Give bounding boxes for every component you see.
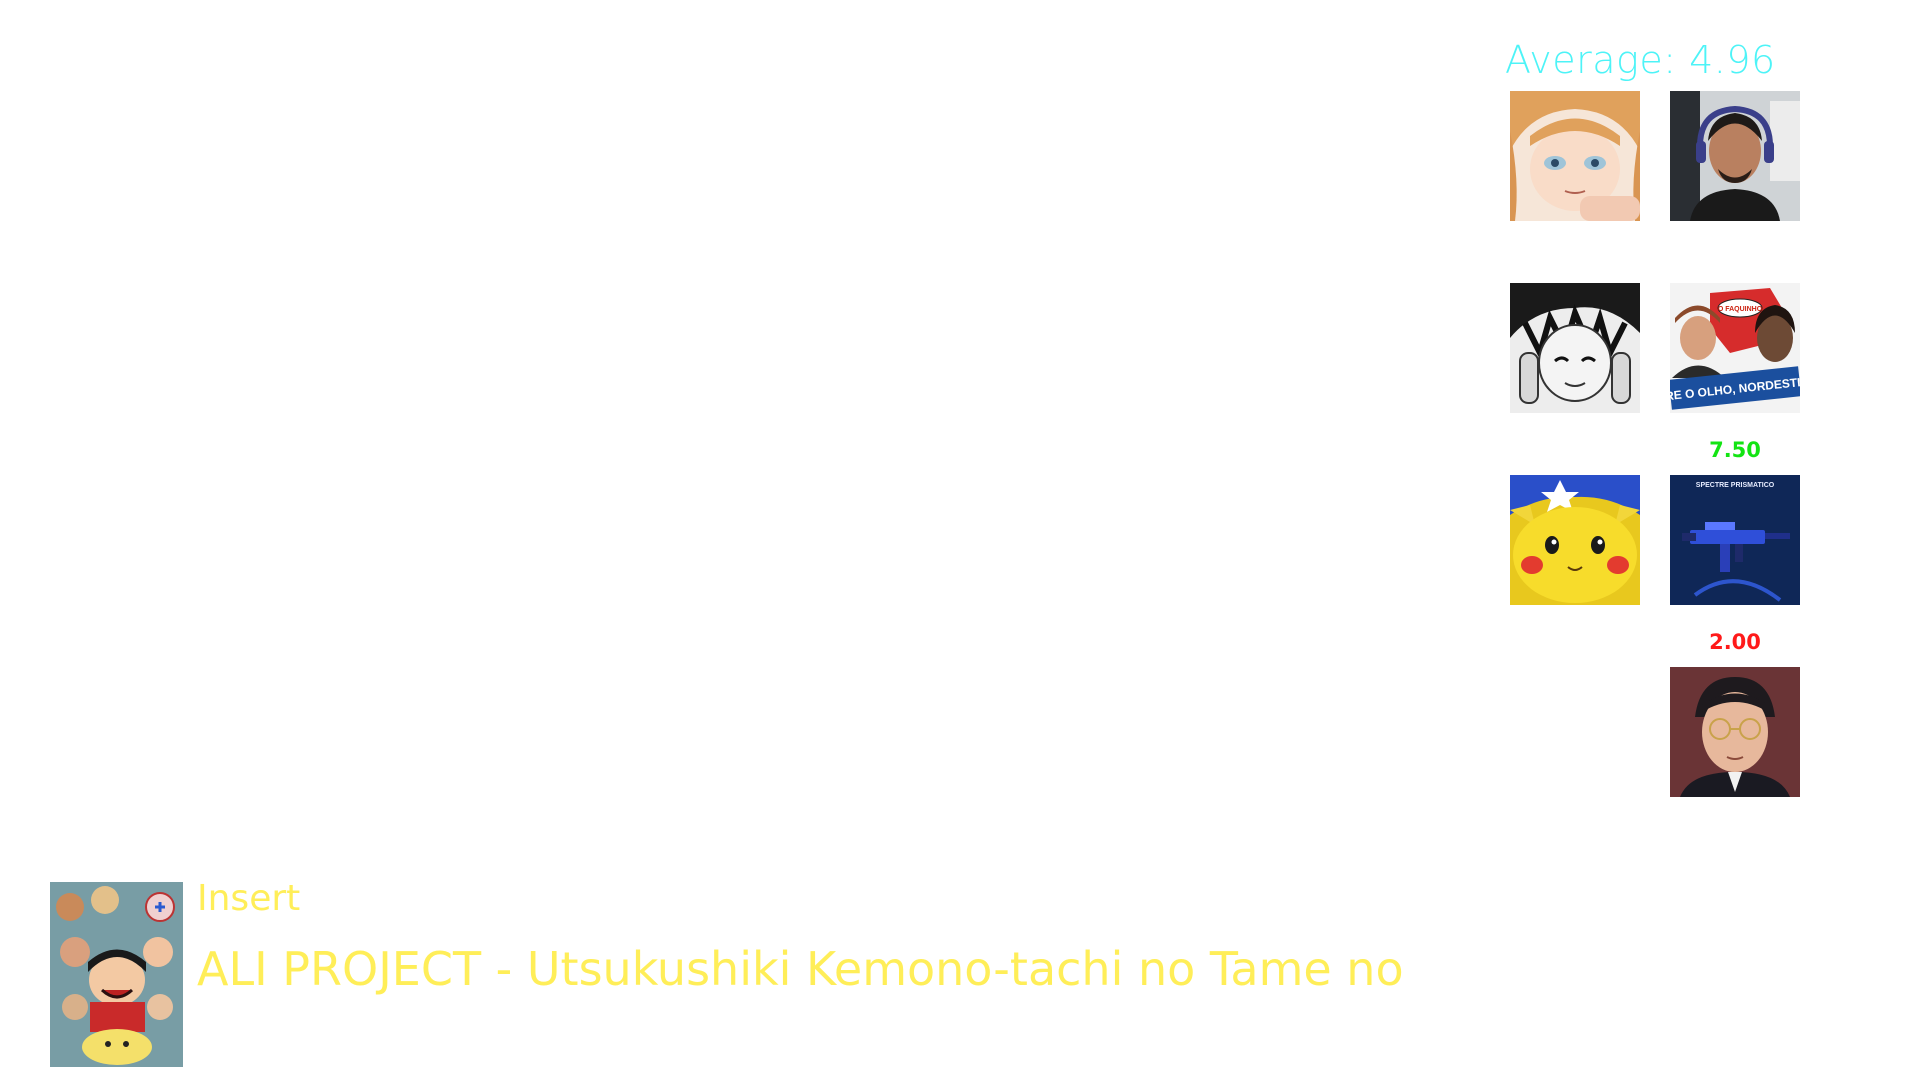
song-title: ALI PROJECT - Utsukushiki Kemono-tachi n… [197, 942, 1404, 996]
voter-score-high: 7.50 [1709, 438, 1761, 462]
anime-girl-avatar-icon [1510, 91, 1640, 221]
blue-smg-skin-avatar-icon: SPECTRE PRISMATICO [1670, 475, 1800, 605]
politician-meme-avatar-icon: O FAQUINHO ABRE O OLHO, NORDESTINO! [1670, 283, 1800, 413]
man-with-headphones-avatar-icon [1670, 91, 1800, 221]
voter-score-low: 2.00 [1709, 630, 1761, 654]
average-score-label: Average: 4.96 [1505, 38, 1776, 82]
one-piece-cover-icon [50, 882, 183, 1067]
song-type-label: Insert [197, 878, 301, 919]
glasses-man-avatar-icon [1670, 667, 1800, 797]
pikachu-avatar-icon [1510, 475, 1640, 605]
meme-bubble-text: O FAQUINHO [1718, 306, 1763, 313]
skin-name-text: SPECTRE PRISMATICO [1696, 482, 1775, 489]
manga-boy-avatar-icon [1510, 283, 1640, 413]
